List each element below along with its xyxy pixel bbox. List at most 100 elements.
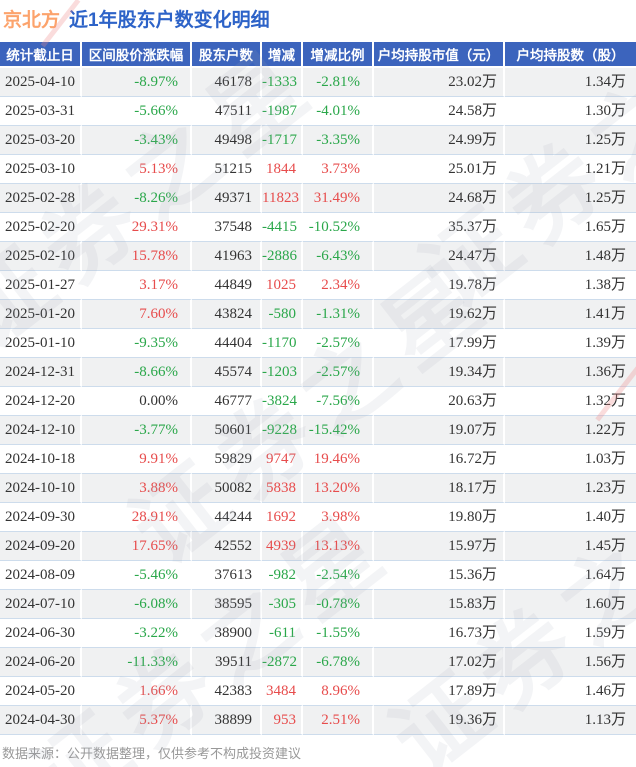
price-change-cell: 17.65% bbox=[82, 532, 192, 561]
price-change-cell: -5.46% bbox=[82, 561, 192, 590]
stat-date-cell: 2025-02-20 bbox=[0, 213, 82, 242]
price-change-cell: 29.31% bbox=[82, 213, 192, 242]
delta-cell: -1203 bbox=[262, 358, 303, 387]
avg-holding-shares-cell: 1.45万 bbox=[505, 532, 636, 561]
stat-date-cell: 2024-06-20 bbox=[0, 648, 82, 677]
holder-count-cell: 59829 bbox=[192, 445, 262, 474]
delta-pct-cell: 2.34% bbox=[303, 271, 374, 300]
stat-date-cell: 2024-10-18 bbox=[0, 445, 82, 474]
stat-date-cell: 2024-04-30 bbox=[0, 706, 82, 735]
delta-cell: 11823 bbox=[262, 184, 303, 213]
price-change-cell: 1.66% bbox=[82, 677, 192, 706]
stat-date-cell: 2025-01-10 bbox=[0, 329, 82, 358]
delta-pct-cell: -15.42% bbox=[303, 416, 374, 445]
delta-cell: 1844 bbox=[262, 155, 303, 184]
holder-count-cell: 46777 bbox=[192, 387, 262, 416]
delta-cell: 1025 bbox=[262, 271, 303, 300]
avg-holding-value-cell: 25.01万 bbox=[374, 155, 505, 184]
stat-date-cell: 2025-02-28 bbox=[0, 184, 82, 213]
table-row: 2024-08-09 -5.46% 37613 -982 -2.54% 15.3… bbox=[0, 561, 636, 590]
holder-count-cell: 43824 bbox=[192, 300, 262, 329]
delta-cell: -580 bbox=[262, 300, 303, 329]
delta-pct-cell: 8.96% bbox=[303, 677, 374, 706]
delta-cell: -305 bbox=[262, 590, 303, 619]
holder-count-cell: 42383 bbox=[192, 677, 262, 706]
avg-holding-value-cell: 16.72万 bbox=[374, 445, 505, 474]
avg-holding-value-cell: 16.73万 bbox=[374, 619, 505, 648]
stat-date-cell: 2024-12-31 bbox=[0, 358, 82, 387]
price-change-cell: -6.08% bbox=[82, 590, 192, 619]
avg-holding-shares-cell: 1.03万 bbox=[505, 445, 636, 474]
avg-holding-value-cell: 19.78万 bbox=[374, 271, 505, 300]
holder-count-cell: 47511 bbox=[192, 97, 262, 126]
avg-holding-shares-cell: 1.25万 bbox=[505, 126, 636, 155]
delta-pct-cell: -0.78% bbox=[303, 590, 374, 619]
price-change-cell: 3.88% bbox=[82, 474, 192, 503]
avg-holding-value-cell: 18.17万 bbox=[374, 474, 505, 503]
holder-count-cell: 37548 bbox=[192, 213, 262, 242]
price-change-cell: -3.22% bbox=[82, 619, 192, 648]
holder-count-cell: 49371 bbox=[192, 184, 262, 213]
avg-holding-value-cell: 17.02万 bbox=[374, 648, 505, 677]
table-row: 2024-10-10 3.88% 50082 5838 13.20% 18.17… bbox=[0, 474, 636, 503]
stat-date-cell: 2024-07-10 bbox=[0, 590, 82, 619]
delta-pct-cell: 3.98% bbox=[303, 503, 374, 532]
holder-count-cell: 51215 bbox=[192, 155, 262, 184]
delta-pct-cell: -2.54% bbox=[303, 561, 374, 590]
delta-pct-cell: -6.43% bbox=[303, 242, 374, 271]
holder-count-cell: 45574 bbox=[192, 358, 262, 387]
avg-holding-shares-cell: 1.60万 bbox=[505, 590, 636, 619]
avg-holding-value-cell: 20.63万 bbox=[374, 387, 505, 416]
delta-cell: 5838 bbox=[262, 474, 303, 503]
header-holder-count: 股东户数 bbox=[192, 42, 262, 68]
table-row: 2025-01-10 -9.35% 44404 -1170 -2.57% 17.… bbox=[0, 329, 636, 358]
delta-cell: -1170 bbox=[262, 329, 303, 358]
avg-holding-value-cell: 24.47万 bbox=[374, 242, 505, 271]
price-change-cell: 28.91% bbox=[82, 503, 192, 532]
table-row: 2024-12-10 -3.77% 50601 -9228 -15.42% 19… bbox=[0, 416, 636, 445]
table-row: 2024-09-20 17.65% 42552 4939 13.13% 15.9… bbox=[0, 532, 636, 561]
avg-holding-shares-cell: 1.22万 bbox=[505, 416, 636, 445]
table-row: 2025-02-10 15.78% 41963 -2886 -6.43% 24.… bbox=[0, 242, 636, 271]
price-change-cell: -8.66% bbox=[82, 358, 192, 387]
avg-holding-value-cell: 23.02万 bbox=[374, 68, 505, 97]
avg-holding-value-cell: 17.99万 bbox=[374, 329, 505, 358]
table-row: 2025-03-31 -5.66% 47511 -1987 -4.01% 24.… bbox=[0, 97, 636, 126]
stat-date-cell: 2024-10-10 bbox=[0, 474, 82, 503]
avg-holding-shares-cell: 1.48万 bbox=[505, 242, 636, 271]
delta-pct-cell: 2.51% bbox=[303, 706, 374, 735]
delta-pct-cell: -1.55% bbox=[303, 619, 374, 648]
table-row: 2024-10-18 9.91% 59829 9747 19.46% 16.72… bbox=[0, 445, 636, 474]
avg-holding-shares-cell: 1.41万 bbox=[505, 300, 636, 329]
avg-holding-shares-cell: 1.40万 bbox=[505, 503, 636, 532]
avg-holding-shares-cell: 1.64万 bbox=[505, 561, 636, 590]
price-change-cell: -5.66% bbox=[82, 97, 192, 126]
stat-date-cell: 2025-04-10 bbox=[0, 68, 82, 97]
table-row: 2024-07-10 -6.08% 38595 -305 -0.78% 15.8… bbox=[0, 590, 636, 619]
header-price-change: 区间股价涨跌幅 bbox=[82, 42, 192, 68]
header-delta-pct: 增减比例 bbox=[303, 42, 374, 68]
avg-holding-value-cell: 19.07万 bbox=[374, 416, 505, 445]
stat-date-cell: 2024-09-30 bbox=[0, 503, 82, 532]
delta-cell: 1692 bbox=[262, 503, 303, 532]
table-body: 2025-04-10 -8.97% 46178 -1333 -2.81% 23.… bbox=[0, 68, 636, 735]
price-change-cell: 15.78% bbox=[82, 242, 192, 271]
holder-count-cell: 46178 bbox=[192, 68, 262, 97]
price-change-cell: -9.35% bbox=[82, 329, 192, 358]
stat-date-cell: 2025-03-10 bbox=[0, 155, 82, 184]
delta-cell: -3824 bbox=[262, 387, 303, 416]
holder-count-cell: 50082 bbox=[192, 474, 262, 503]
price-change-cell: -3.77% bbox=[82, 416, 192, 445]
table-row: 2024-12-31 -8.66% 45574 -1203 -2.57% 19.… bbox=[0, 358, 636, 387]
table-row: 2024-04-30 5.37% 38899 953 2.51% 19.36万 … bbox=[0, 706, 636, 735]
table-row: 2024-06-20 -11.33% 39511 -2872 -6.78% 17… bbox=[0, 648, 636, 677]
avg-holding-value-cell: 19.80万 bbox=[374, 503, 505, 532]
stat-date-cell: 2024-12-10 bbox=[0, 416, 82, 445]
delta-cell: -4415 bbox=[262, 213, 303, 242]
avg-holding-shares-cell: 1.65万 bbox=[505, 213, 636, 242]
holder-change-table: 统计截止日 区间股价涨跌幅 股东户数 增减 增减比例 户均持股市值（元） 户均持… bbox=[0, 42, 636, 735]
stat-date-cell: 2024-08-09 bbox=[0, 561, 82, 590]
delta-cell: -1987 bbox=[262, 97, 303, 126]
holder-count-cell: 38899 bbox=[192, 706, 262, 735]
delta-cell: -611 bbox=[262, 619, 303, 648]
